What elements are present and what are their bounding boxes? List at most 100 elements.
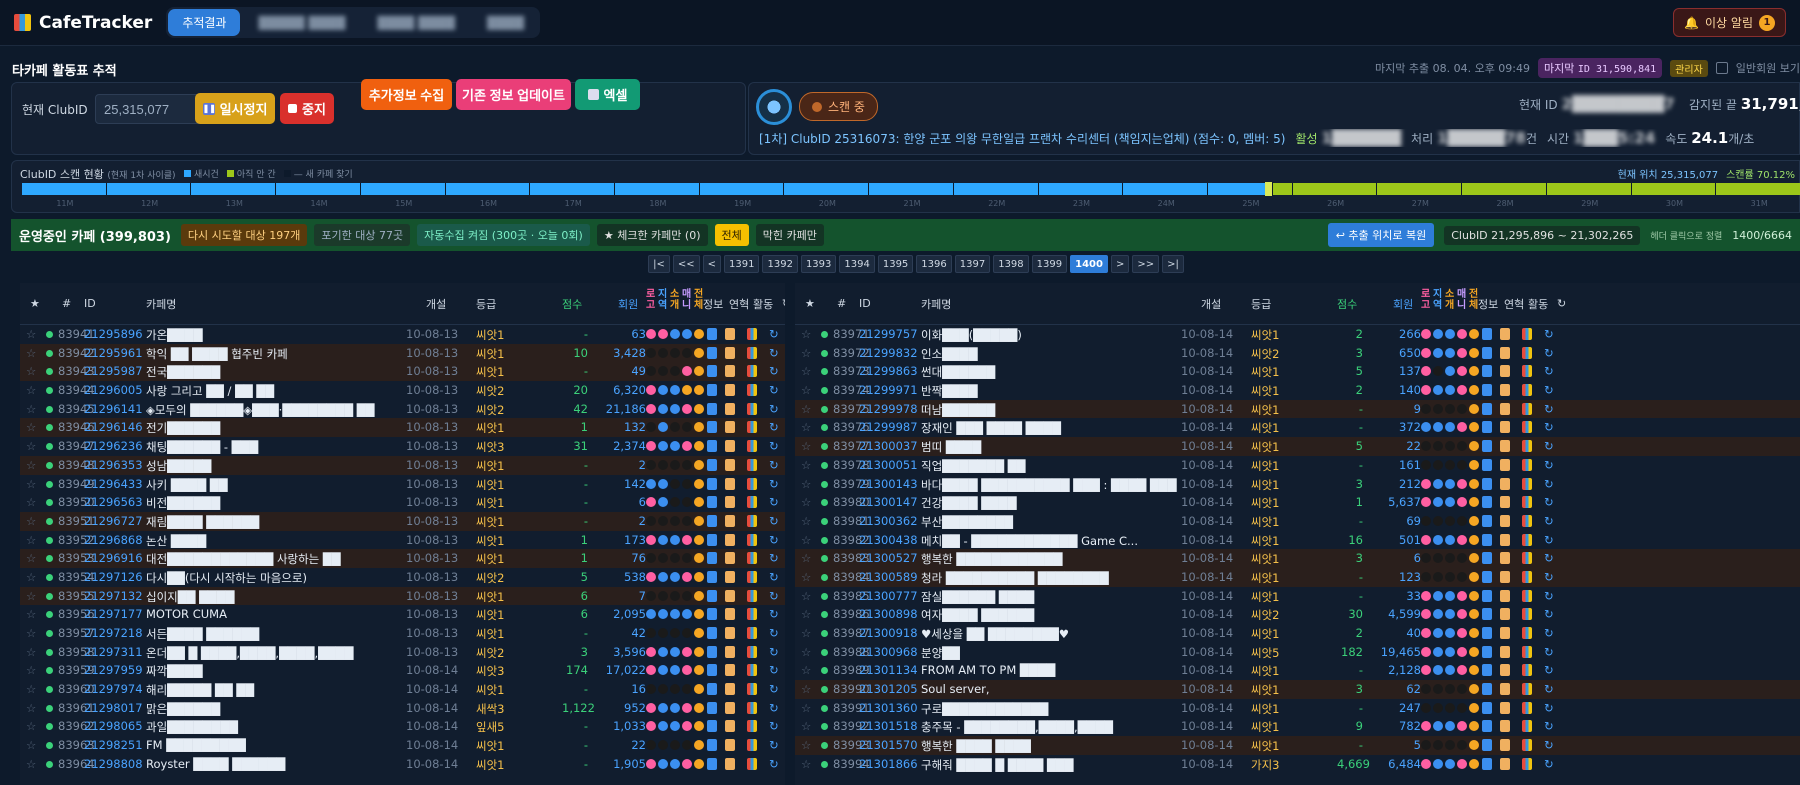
- cafe-name[interactable]: 서든████ ██████: [146, 626, 416, 642]
- info-icon[interactable]: [707, 458, 717, 471]
- info-icon[interactable]: [1482, 645, 1492, 658]
- row-refresh-icon[interactable]: ↻: [769, 346, 779, 360]
- cafe-id[interactable]: 21296916: [84, 551, 143, 565]
- info-icon[interactable]: [1482, 720, 1492, 733]
- activity-icon[interactable]: [747, 402, 757, 415]
- cafe-name[interactable]: 떠남██████: [921, 402, 1191, 418]
- extra-collect-button[interactable]: 추가정보 수집: [361, 79, 452, 110]
- star-icon[interactable]: ☆: [26, 757, 36, 771]
- row-refresh-icon[interactable]: ↻: [1544, 533, 1554, 547]
- activity-icon[interactable]: [1522, 720, 1532, 733]
- page-1397[interactable]: 1397: [954, 255, 991, 273]
- filter-chip-4[interactable]: 전체: [714, 224, 749, 246]
- table-row[interactable]: ☆ 83978 21300051 직업███████ ██ 10-08-14 씨앗1-16…: [795, 456, 1800, 475]
- cafe-name[interactable]: 대전████████████ 사랑하는 ██: [146, 551, 416, 567]
- filter-chip-3[interactable]: ★ 체크한 카페만 (0): [596, 224, 708, 246]
- info-icon[interactable]: [707, 328, 717, 340]
- history-icon[interactable]: [725, 384, 735, 397]
- star-icon[interactable]: ☆: [26, 719, 36, 733]
- history-icon[interactable]: [1500, 346, 1510, 359]
- info-icon[interactable]: [1482, 627, 1492, 639]
- history-icon[interactable]: [725, 589, 735, 602]
- star-icon[interactable]: ☆: [26, 495, 36, 509]
- refresh-icon[interactable]: ↻: [782, 297, 785, 310]
- star-icon[interactable]: ☆: [801, 719, 811, 733]
- history-icon[interactable]: [1500, 627, 1510, 639]
- cafe-name[interactable]: 학익 ██ ████ 협주빈 카페: [146, 346, 416, 362]
- nav-tab-0[interactable]: 추적결과: [168, 9, 241, 36]
- table-row[interactable]: ☆ 83981 21300362 부산████████ 10-08-14 씨앗1-69 ↻: [795, 512, 1800, 531]
- cafe-id[interactable]: 21298808: [84, 757, 143, 771]
- star-icon[interactable]: ☆: [26, 402, 36, 416]
- star-icon[interactable]: ☆: [26, 589, 36, 603]
- nav-tab-2[interactable]: ████ ████: [363, 11, 469, 35]
- row-refresh-icon[interactable]: ↻: [1544, 477, 1554, 491]
- info-icon[interactable]: [707, 496, 717, 509]
- page->[interactable]: >: [1110, 255, 1130, 273]
- header-star[interactable]: ★: [30, 297, 40, 310]
- cafe-name[interactable]: 범띠 ████: [921, 439, 1191, 455]
- header-history[interactable]: 연혁: [729, 296, 749, 312]
- cafe-name[interactable]: 구해줘 ████ █ ████ ███: [921, 757, 1191, 773]
- cafe-id[interactable]: 21300898: [859, 607, 918, 621]
- history-icon[interactable]: [1500, 384, 1510, 397]
- info-icon[interactable]: [1482, 496, 1492, 509]
- info-icon[interactable]: [1482, 570, 1492, 583]
- alert-button[interactable]: 🔔 이상 알림 1: [1673, 8, 1786, 37]
- info-icon[interactable]: [1482, 552, 1492, 565]
- table-row[interactable]: ☆ 83984 21300589 청라 ██████████ ████████ 10-0…: [795, 567, 1800, 587]
- star-icon[interactable]: ☆: [26, 458, 36, 472]
- header-col-2[interactable]: 소개: [670, 289, 679, 311]
- page-<<[interactable]: <<: [672, 255, 700, 273]
- activity-icon[interactable]: [1522, 627, 1532, 639]
- table-row[interactable]: ☆ 83985 21300777 잠실██████ ████ 10-08-14 씨앗1-3…: [795, 587, 1800, 606]
- cafe-name[interactable]: Soul server,: [921, 682, 1191, 696]
- table-row[interactable]: ☆ 83943 21295987 전국██████ 10-08-13 씨앗1-49 ↻: [20, 362, 785, 382]
- cafe-name[interactable]: FM █████████: [146, 738, 416, 752]
- table-row[interactable]: ☆ 83992 21301518 충주목 - ████████,████,████ 10…: [795, 717, 1800, 736]
- cafe-name[interactable]: 재림████ ██████: [146, 514, 416, 530]
- cafe-name[interactable]: 사랑 그리고 ██ / ██ ██: [146, 383, 416, 399]
- info-icon[interactable]: [707, 384, 717, 397]
- activity-icon[interactable]: [747, 533, 757, 546]
- cafe-name[interactable]: 다시██(다시 시작하는 마음으로): [146, 570, 416, 586]
- row-refresh-icon[interactable]: ↻: [769, 477, 779, 491]
- info-icon[interactable]: [707, 701, 717, 714]
- cafe-name[interactable]: FROM AM TO PM ████: [921, 663, 1191, 677]
- row-refresh-icon[interactable]: ↻: [1544, 701, 1554, 715]
- info-icon[interactable]: [707, 720, 717, 733]
- activity-icon[interactable]: [1522, 739, 1532, 752]
- cafe-id[interactable]: 21300037: [859, 439, 918, 453]
- table-row[interactable]: ☆ 83961 21298017 맑은██████ 10-08-14 새싹3 1,122 95…: [20, 699, 785, 718]
- row-refresh-icon[interactable]: ↻: [1544, 514, 1554, 528]
- cafe-name[interactable]: 행복한 ████ ████: [921, 738, 1191, 754]
- history-icon[interactable]: [1500, 645, 1510, 658]
- star-icon[interactable]: ☆: [801, 607, 811, 621]
- row-refresh-icon[interactable]: ↻: [1544, 458, 1554, 472]
- table-row[interactable]: ☆ 83950 21296563 비전██████ 10-08-13 씨앗1-6 ↻: [20, 493, 785, 512]
- cafe-name[interactable]: 논산 ████: [146, 533, 416, 549]
- star-icon[interactable]: ☆: [801, 533, 811, 547]
- cafe-id[interactable]: 21296868: [84, 533, 143, 547]
- star-icon[interactable]: ☆: [801, 570, 811, 584]
- info-icon[interactable]: [1482, 514, 1492, 527]
- cafe-name[interactable]: 비전██████: [146, 495, 416, 511]
- header-id[interactable]: ID: [84, 297, 96, 310]
- cafe-name[interactable]: 메치██ - ████████████ Game C...: [921, 533, 1191, 549]
- cafe-name[interactable]: 충주목 - ████████,████,████: [921, 719, 1191, 735]
- cafe-id[interactable]: 21297132: [84, 589, 143, 603]
- table-row[interactable]: ☆ 83990 21301205 Soul server, 10-08-14 씨앗1 3 62…: [795, 680, 1800, 699]
- star-icon[interactable]: ☆: [26, 420, 36, 434]
- history-icon[interactable]: [1500, 570, 1510, 583]
- cafe-id[interactable]: 21301205: [859, 682, 918, 696]
- row-refresh-icon[interactable]: ↻: [1544, 570, 1554, 584]
- activity-icon[interactable]: [1522, 496, 1532, 509]
- cafe-id[interactable]: 21297177: [84, 607, 143, 621]
- info-icon[interactable]: [707, 514, 717, 527]
- activity-icon[interactable]: [1522, 384, 1532, 397]
- cafe-id[interactable]: 21297311: [84, 645, 143, 659]
- cafe-id[interactable]: 21301570: [859, 738, 918, 752]
- star-icon[interactable]: ☆: [801, 458, 811, 472]
- cafe-id[interactable]: 21297126: [84, 570, 143, 584]
- star-icon[interactable]: ☆: [26, 514, 36, 528]
